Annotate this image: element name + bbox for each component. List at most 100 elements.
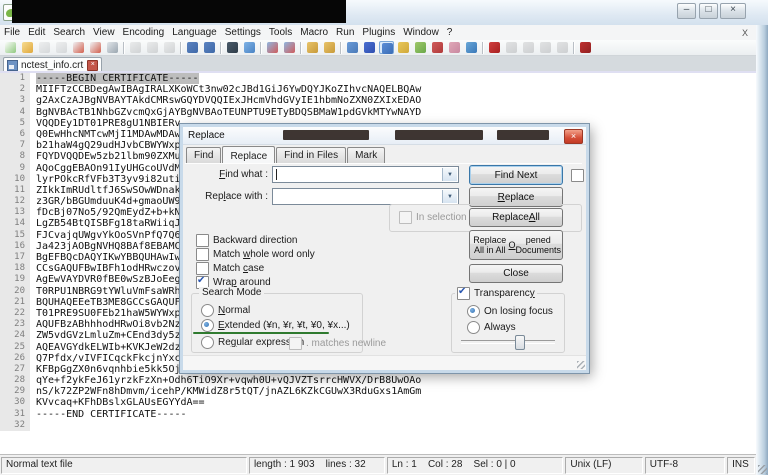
search-mode-extended-radio[interactable]: Extended (¥n, ¥r, ¥t, ¥0, ¥x...) (201, 319, 350, 332)
menu-tools[interactable]: Tools (265, 27, 296, 38)
search-mode-normal-radio[interactable]: Normal (201, 304, 250, 317)
tab-close-icon[interactable]: × (87, 59, 99, 71)
function-list-glyph (415, 42, 426, 53)
replace-all-opened-button[interactable]: Replace All in All Opened Documents (469, 230, 563, 260)
menu-encoding[interactable]: Encoding (119, 27, 169, 38)
transparency-checkbox[interactable]: Transparency (455, 286, 537, 300)
close-document-glyph (73, 42, 84, 53)
window-resize-grip[interactable] (758, 465, 767, 474)
matches-newline-checkbox[interactable]: . matches newline (289, 337, 386, 350)
folder-as-workspace-icon[interactable] (447, 41, 462, 54)
line-text: CCsGAQUFBwIBFh1odHRwczov (36, 263, 181, 275)
function-list-icon[interactable] (413, 41, 428, 54)
menu-view[interactable]: View (89, 27, 119, 38)
macro-stop-icon[interactable] (504, 41, 519, 54)
line-text: AQoCggEBAOn91IyUHGcoUVdM (36, 162, 181, 174)
dialog-tab-mark[interactable]: Mark (347, 147, 386, 163)
file-tab[interactable]: nctest_info.crt × (3, 57, 103, 72)
close-window-button[interactable]: × (720, 3, 746, 19)
find-what-input[interactable]: ▼ (272, 166, 459, 183)
dialog-resize-grip[interactable] (577, 361, 585, 369)
show-all-characters-icon[interactable] (362, 41, 377, 54)
copy-icon[interactable] (145, 41, 160, 54)
title-bar[interactable]: – □ × (0, 0, 768, 26)
redo-icon[interactable] (202, 41, 217, 54)
dialog-tab-find-in-files[interactable]: Find in Files (276, 147, 347, 163)
close-document-icon[interactable] (71, 41, 86, 54)
save-glyph (39, 42, 50, 53)
menu-macro[interactable]: Macro (296, 27, 332, 38)
menu-run[interactable]: Run (332, 27, 358, 38)
dialog-tab-find[interactable]: Find (186, 147, 222, 163)
menu-plugins[interactable]: Plugins (358, 27, 399, 38)
find-replace-glyph (244, 42, 255, 53)
dialog-title-bar[interactable]: Replace × (183, 127, 586, 145)
match-whole-word-checkbox[interactable]: Match whole word only (196, 248, 315, 261)
undo-icon[interactable] (185, 41, 200, 54)
menu-window[interactable]: Window (399, 27, 443, 38)
redaction-mark (283, 130, 369, 140)
line-number: 22 (0, 307, 30, 320)
in-selection-checkbox[interactable]: In selection (399, 211, 467, 224)
menu-help[interactable]: ? (443, 27, 457, 38)
zoom-out-icon[interactable] (282, 41, 297, 54)
maximize-button[interactable]: □ (699, 3, 718, 19)
macro-playback-icon[interactable] (521, 41, 536, 54)
backward-direction-checkbox[interactable]: Backward direction (196, 234, 297, 247)
doc-map-glyph (398, 42, 409, 53)
spell-check-abc-icon[interactable] (578, 41, 593, 54)
close-button[interactable]: Close (469, 264, 563, 283)
line-text: KVvcaq+KFhDBslxGLAUsEGYYdA== (36, 397, 205, 409)
new-file-icon[interactable] (3, 41, 18, 54)
dialog-tab-replace[interactable]: Replace (222, 146, 276, 164)
editor-line: 32 (0, 419, 756, 431)
chevron-down-icon[interactable]: ▼ (442, 190, 457, 203)
close-all-documents-icon[interactable] (88, 41, 103, 54)
always-radio[interactable]: Always (467, 321, 516, 334)
chevron-down-icon[interactable]: ▼ (442, 168, 457, 181)
open-folder-icon[interactable] (20, 41, 35, 54)
find-replace-icon[interactable] (242, 41, 257, 54)
replace-with-input[interactable]: ▼ (272, 188, 459, 205)
print-icon[interactable] (105, 41, 120, 54)
macro-record-glyph (489, 42, 500, 53)
save-all-icon[interactable] (54, 41, 69, 54)
minimize-button[interactable]: – (677, 3, 696, 19)
macro-record-icon[interactable] (487, 41, 502, 54)
menu-close-doc-button[interactable]: X (734, 28, 756, 38)
line-text: ZIkkImRUdltfJ6SwSOwWDnak (36, 184, 181, 196)
slider-thumb[interactable] (515, 335, 526, 350)
find-icon[interactable] (225, 41, 240, 54)
find-next-side-checkbox[interactable] (571, 169, 584, 182)
document-monitor-eye-icon[interactable] (464, 41, 479, 54)
launch-in-browser-icon[interactable] (430, 41, 445, 54)
save-icon[interactable] (37, 41, 52, 54)
menu-edit[interactable]: Edit (24, 27, 49, 38)
line-text: FJCvajqUWgvYkOoSVnPfQ7Q6 (36, 229, 181, 241)
on-losing-focus-radio[interactable]: On losing focus (467, 305, 553, 318)
macro-run-multiple-icon[interactable] (538, 41, 553, 54)
match-case-checkbox[interactable]: Match case (196, 262, 264, 275)
doc-map-icon[interactable] (396, 41, 411, 54)
menu-settings[interactable]: Settings (221, 27, 265, 38)
cut-icon[interactable] (128, 41, 143, 54)
zoom-in-icon[interactable] (265, 41, 280, 54)
show-indent-guide-icon[interactable] (379, 41, 394, 54)
sync-vertical-scroll-icon[interactable] (305, 41, 320, 54)
sync-horizontal-scroll-icon[interactable] (322, 41, 337, 54)
find-glyph (227, 42, 238, 53)
menu-file[interactable]: File (0, 27, 24, 38)
word-wrap-icon[interactable] (345, 41, 360, 54)
extended-label: Extended (¥n, ¥r, ¥t, ¥0, ¥x...) (218, 320, 350, 331)
replace-all-button[interactable]: Replace All (469, 208, 563, 227)
paste-icon[interactable] (162, 41, 177, 54)
menu-language[interactable]: Language (168, 27, 221, 38)
window-right-border (756, 25, 768, 475)
line-text: T0RPU1NBRG9tYWluVmFsaWRh (36, 285, 181, 297)
transparency-slider[interactable] (461, 335, 555, 350)
find-next-button[interactable]: Find Next (469, 165, 563, 185)
menu-search[interactable]: Search (49, 27, 89, 38)
match-whole-word-label: Match whole word only (213, 249, 315, 260)
macro-save-icon[interactable] (555, 41, 570, 54)
dialog-close-button[interactable]: × (564, 129, 583, 144)
